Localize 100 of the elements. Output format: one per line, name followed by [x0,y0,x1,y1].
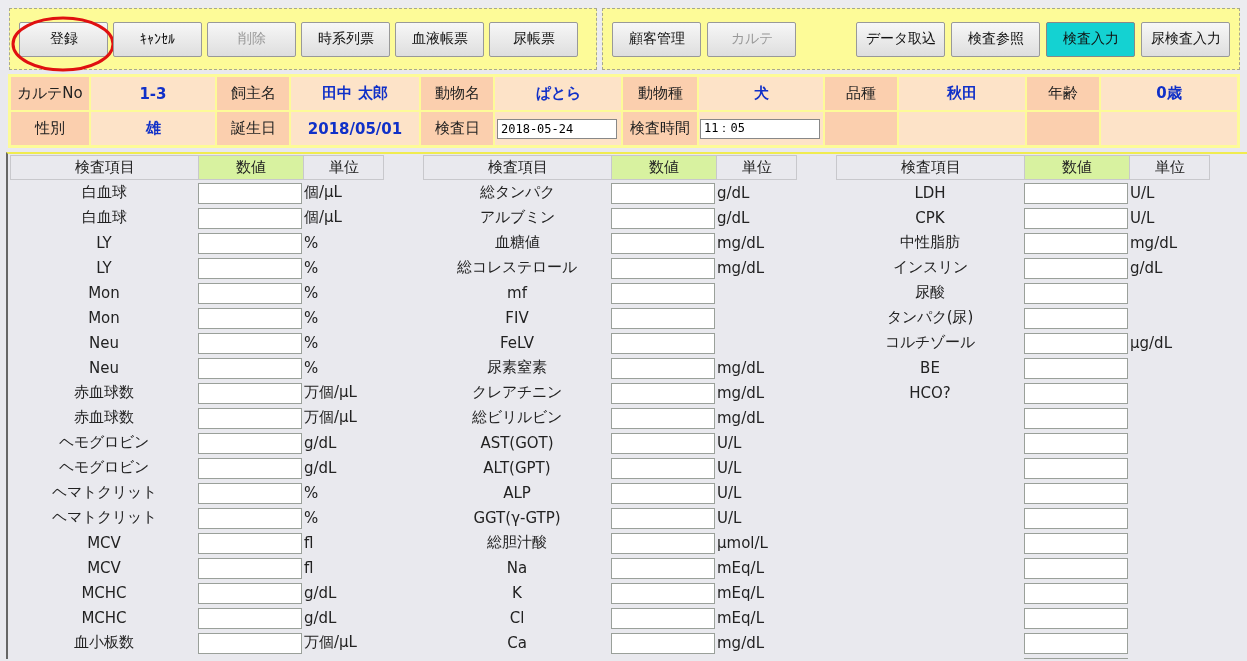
test-name: MCV [86,557,122,579]
value-field[interactable] [611,357,715,379]
value-field[interactable] [611,507,715,529]
value-field[interactable] [611,482,715,504]
value-field[interactable] [198,307,302,329]
field-label: カルテNo [11,77,89,110]
value-field[interactable] [611,257,715,279]
value-field[interactable] [198,557,302,579]
value-field[interactable] [1024,282,1128,304]
toolbar-button[interactable]: 顧客管理 [612,21,701,57]
value-field[interactable] [198,582,302,604]
value-field[interactable] [611,582,715,604]
test-name: 総ビリルビン [471,407,563,428]
toolbar-button[interactable]: 尿帳票 [489,21,578,57]
value-field[interactable] [1024,407,1128,429]
value-field[interactable] [198,532,302,554]
field-label: 年齢 [1027,77,1099,110]
toolbar-button[interactable]: 検査参照 [951,21,1040,57]
value-field[interactable] [198,257,302,279]
value-field[interactable] [1024,232,1128,254]
value-field[interactable] [1024,357,1128,379]
value-field[interactable] [198,282,302,304]
unit-label: % [303,332,320,354]
value-field[interactable] [611,307,715,329]
value-field[interactable] [611,232,715,254]
value-field[interactable] [198,432,302,454]
value-field[interactable] [1024,607,1128,629]
toolbar-button[interactable]: 検査入力 [1046,21,1135,57]
value-field[interactable] [611,607,715,629]
test-name: ALP [502,482,532,504]
test-name: GGT(γ-GTP) [472,507,562,529]
value-field[interactable] [198,607,302,629]
value-field[interactable] [611,382,715,404]
date-field[interactable]: 2018-05-24 [497,118,617,139]
test-name: Neu [88,357,120,379]
value-field[interactable] [198,182,302,204]
value-field[interactable] [198,332,302,354]
value-field[interactable] [198,482,302,504]
toolbar-button[interactable]: データ取込 [856,21,945,57]
unit-label: % [303,232,320,254]
unit-label: % [303,307,320,329]
test-name: インスリン [891,257,969,278]
value-field[interactable] [611,407,715,429]
toolbar-button[interactable]: ｷｬﾝｾﾙ [113,21,202,57]
unit-label: 万個/μL [303,382,358,403]
value-field[interactable] [611,432,715,454]
unit-label: 万個/μL [303,632,358,653]
value-field[interactable] [198,407,302,429]
value-field[interactable] [1024,632,1128,654]
value-field[interactable] [198,507,302,529]
unit-label: U/L [716,482,743,504]
field-value: 2018/05/01 [291,112,419,145]
value-field[interactable] [198,632,302,654]
unit-label: μg/dL [1129,332,1173,354]
test-name: FeLV [499,332,535,354]
test-name: MCHC [80,582,128,604]
value-field[interactable] [611,282,715,304]
unit-label: 個/μL [303,182,343,203]
test-name: 血糖値 [493,232,541,253]
value-field[interactable] [611,182,715,204]
value-field[interactable] [1024,507,1128,529]
value-field[interactable] [1024,532,1128,554]
value-field[interactable] [198,232,302,254]
value-field[interactable] [1024,257,1128,279]
toolbar-button[interactable]: 登録 [19,21,108,57]
unit-label: % [303,282,320,304]
value-field[interactable] [1024,432,1128,454]
value-field[interactable] [1024,482,1128,504]
field-value: 田中 太郎 [291,77,419,110]
value-field[interactable] [1024,332,1128,354]
value-field[interactable] [611,532,715,554]
field-label: 性別 [11,112,89,145]
value-field[interactable] [1024,382,1128,404]
value-field[interactable] [1024,582,1128,604]
test-name: ALT(GPT) [482,457,552,479]
date-field[interactable]: 11：05 [700,118,820,139]
toolbar-button[interactable]: 血液帳票 [395,21,484,57]
value-field[interactable] [198,207,302,229]
value-field[interactable] [611,457,715,479]
value-field[interactable] [1024,182,1128,204]
value-field[interactable] [611,332,715,354]
value-field[interactable] [198,382,302,404]
value-field[interactable] [611,207,715,229]
test-name: HCO? [908,382,952,404]
value-field[interactable] [198,457,302,479]
unit-label: 個/μL [303,207,343,228]
unit-label: mg/dL [716,357,766,379]
value-field[interactable] [611,632,715,654]
column-header: 単位 [1129,155,1210,180]
value-field[interactable] [1024,207,1128,229]
toolbar-button[interactable]: 時系列票 [301,21,390,57]
test-name: 赤血球数 [73,407,135,428]
value-field[interactable] [1024,557,1128,579]
test-name: AST(GOT) [479,432,555,454]
value-field[interactable] [198,357,302,379]
test-name: タンパク(尿) [885,307,975,328]
value-field[interactable] [611,557,715,579]
value-field[interactable] [1024,457,1128,479]
toolbar-button[interactable]: 尿検査入力 [1141,21,1230,57]
value-field[interactable] [1024,307,1128,329]
